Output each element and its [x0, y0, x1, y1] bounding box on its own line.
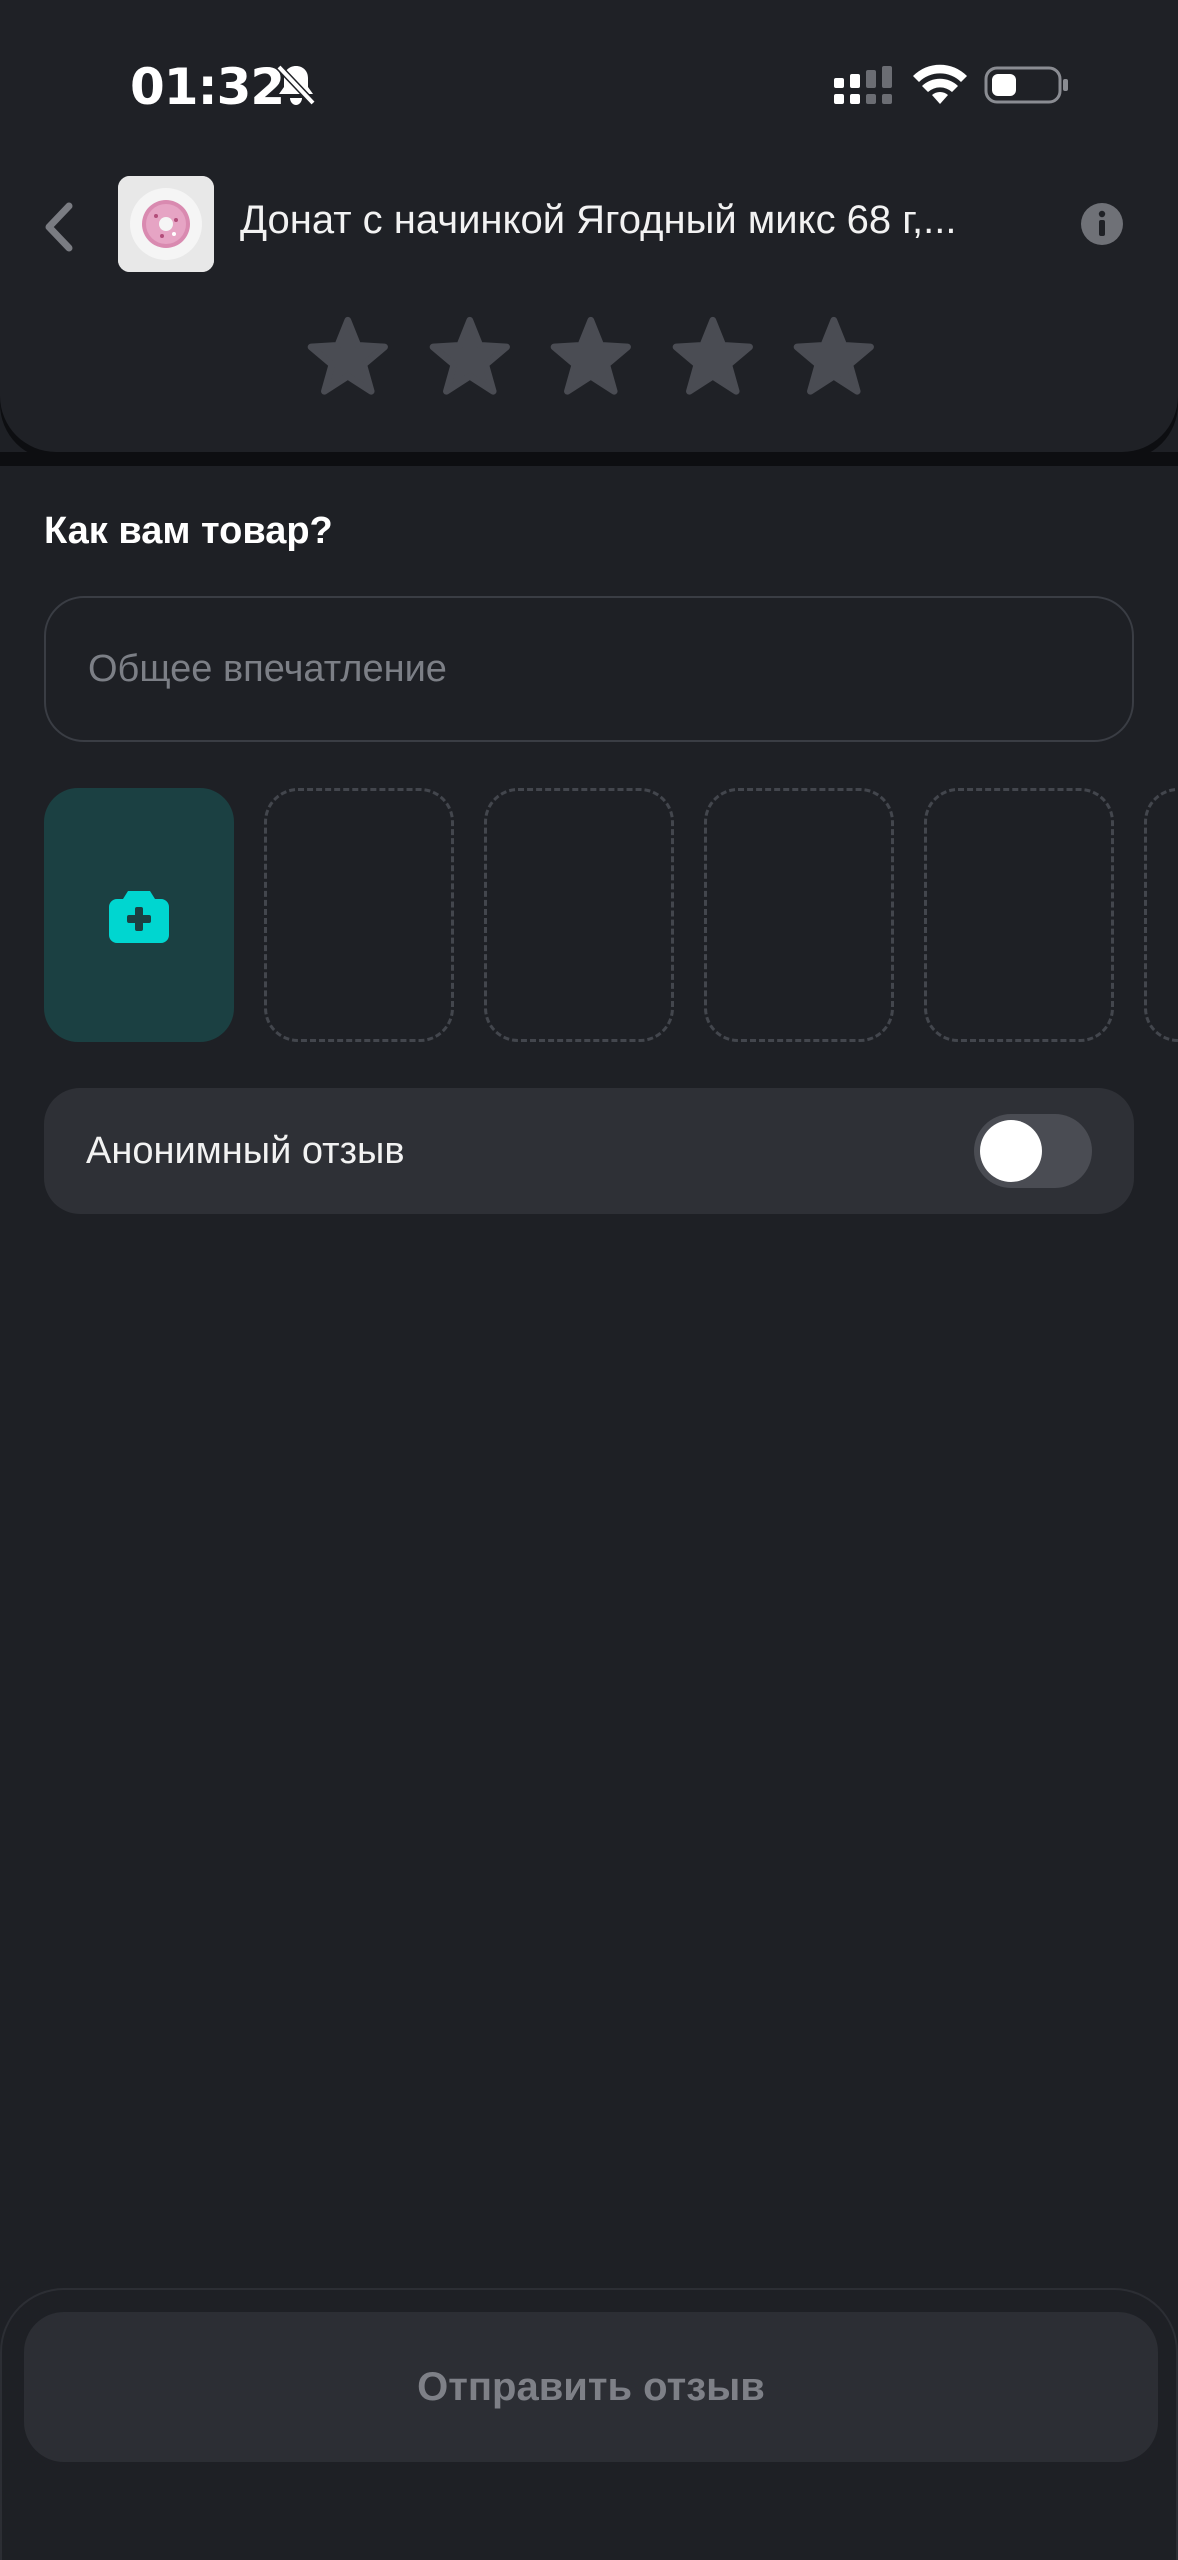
section-divider: [0, 452, 1178, 466]
star-1-icon[interactable]: [306, 314, 390, 400]
info-icon: [1081, 203, 1123, 245]
anonymous-review-row: Анонимный отзыв: [44, 1088, 1134, 1214]
photo-slot: [264, 788, 454, 1042]
donut-image: [118, 176, 214, 272]
info-button[interactable]: [1080, 202, 1124, 246]
star-3-icon[interactable]: [549, 314, 633, 400]
anonymous-review-label: Анонимный отзыв: [86, 1130, 405, 1172]
photo-slot: [924, 788, 1114, 1042]
star-5-icon[interactable]: [792, 314, 876, 400]
photo-slot: [484, 788, 674, 1042]
cellular-signal-icon: [834, 66, 892, 104]
add-photo-button[interactable]: [44, 788, 234, 1042]
anonymous-toggle[interactable]: [974, 1114, 1092, 1188]
product-thumbnail: [118, 176, 214, 272]
product-header: 01:32 Донат с начинкой Ягодный микс 68 г…: [0, 0, 1178, 452]
battery-icon: [984, 66, 1068, 104]
wifi-icon: [913, 64, 967, 104]
photo-slot: [704, 788, 894, 1042]
chevron-left-icon: [45, 202, 73, 252]
camera-plus-icon: [109, 891, 169, 943]
back-button[interactable]: [28, 192, 88, 262]
bottom-bar: Отправить отзыв: [0, 2288, 1178, 2560]
status-time: 01:32: [130, 58, 285, 116]
product-title: Донат с начинкой Ягодный микс 68 г,...: [240, 198, 957, 242]
star-2-icon[interactable]: [428, 314, 512, 400]
photo-row: [44, 788, 1178, 1042]
review-screen: 01:32 Донат с начинкой Ягодный микс 68 г…: [0, 0, 1178, 2560]
impression-placeholder: Общее впечатление: [88, 648, 447, 690]
impression-input[interactable]: Общее впечатление: [44, 596, 1134, 742]
submit-review-button[interactable]: Отправить отзыв: [24, 2312, 1158, 2462]
star-4-icon[interactable]: [671, 314, 755, 400]
photo-slot: [1144, 788, 1178, 1042]
status-bar: 01:32: [0, 50, 1178, 120]
review-question: Как вам товар?: [44, 510, 333, 552]
toggle-knob: [980, 1120, 1042, 1182]
rating-stars: [306, 314, 876, 404]
bell-slash-icon: [275, 63, 317, 107]
